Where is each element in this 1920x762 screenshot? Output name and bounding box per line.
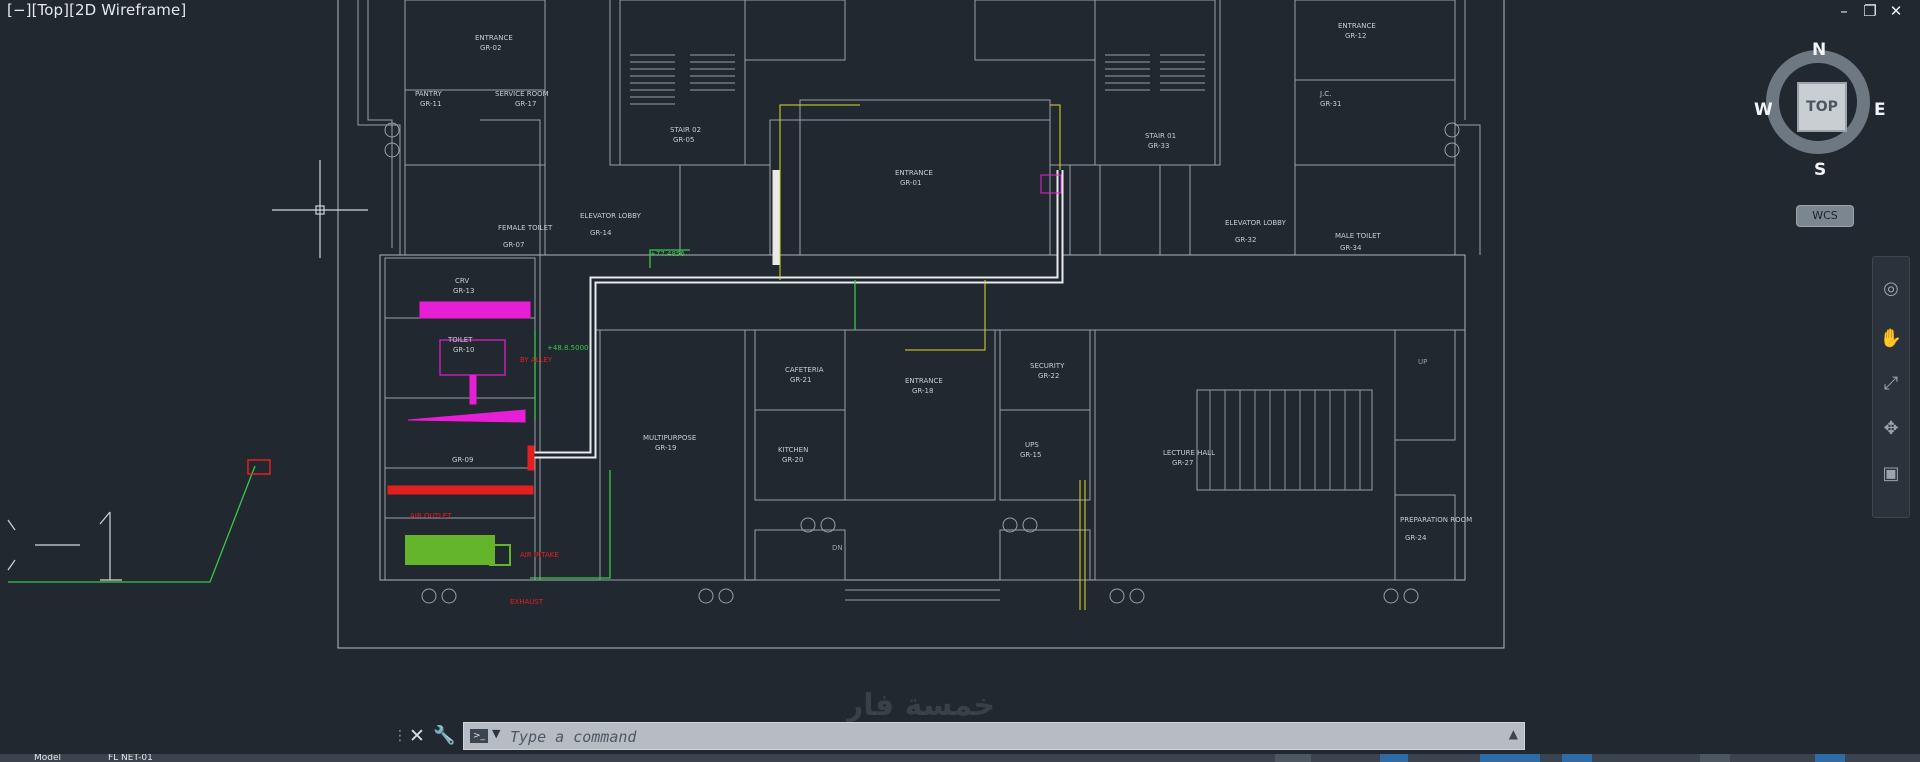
viewcube-top-face[interactable]: TOP bbox=[1797, 82, 1847, 132]
pan-icon[interactable]: ✋ bbox=[1879, 327, 1903, 351]
navigation-bar: ◎ ✋ ⤢ ✥ ▣ bbox=[1872, 256, 1910, 518]
room-code: GR-32 bbox=[1235, 236, 1256, 244]
room-label: UPS bbox=[1025, 441, 1039, 449]
annotation-label: DN bbox=[832, 544, 843, 552]
tab-model[interactable]: Model bbox=[34, 754, 84, 762]
command-input[interactable] bbox=[508, 725, 1472, 749]
room-label: STAIR 01 bbox=[1145, 132, 1176, 140]
annotation-label: AIR INTAKE bbox=[520, 551, 559, 559]
showmotion-icon[interactable]: ▣ bbox=[1879, 462, 1903, 486]
room-code: GR-22 bbox=[1038, 372, 1059, 380]
room-label: J.C. bbox=[1319, 90, 1331, 98]
room-label: SERVICE ROOM bbox=[495, 90, 549, 98]
viewport-window-controls: – ❐ ✕ bbox=[1836, 3, 1904, 19]
annotation-label: BY ALLEY bbox=[520, 356, 553, 364]
compass-west[interactable]: W bbox=[1754, 100, 1773, 120]
room-label: STAIR 02 bbox=[670, 126, 701, 134]
room-label: KITCHEN bbox=[778, 446, 808, 454]
room-code: GR-13 bbox=[453, 287, 474, 295]
room-label: MALE TOILET bbox=[1335, 232, 1382, 240]
elevation-label: +48.8.5000 bbox=[547, 344, 589, 352]
room-code: GR-33 bbox=[1148, 142, 1169, 150]
status-toggle[interactable] bbox=[1562, 754, 1592, 762]
room-code: GR-24 bbox=[1405, 534, 1427, 542]
room-code: GR-21 bbox=[790, 376, 811, 384]
room-label: CRV bbox=[455, 277, 469, 285]
room-label: ENTRANCE bbox=[905, 377, 943, 385]
annotation-label: EXHAUST bbox=[510, 598, 544, 606]
room-label: SECURITY bbox=[1030, 362, 1065, 370]
room-label: TOILET bbox=[447, 336, 473, 344]
room-code: GR-27 bbox=[1172, 459, 1193, 467]
status-toggle[interactable] bbox=[1815, 754, 1845, 762]
room-code: GR-18 bbox=[912, 387, 933, 395]
floor-plan-drawing[interactable]: ENTRANCE GR-02 ENTRANCE GR-12 PANTRY GR-… bbox=[0, 0, 1920, 762]
viewcube[interactable]: TOP N S W E WCS bbox=[1754, 40, 1900, 230]
status-toggle[interactable] bbox=[1380, 754, 1408, 762]
room-code: GR-31 bbox=[1320, 100, 1341, 108]
steering-wheel-icon[interactable]: ◎ bbox=[1879, 277, 1903, 301]
elevation-label: +77.4856 bbox=[650, 250, 685, 258]
status-bar: Model FL NET-01 bbox=[0, 754, 1920, 762]
room-label: PANTRY bbox=[415, 90, 442, 98]
prompt-icon[interactable]: >_ bbox=[470, 729, 488, 743]
status-toggle[interactable] bbox=[1700, 754, 1730, 762]
room-code: GR-15 bbox=[1020, 451, 1041, 459]
room-code: GR-20 bbox=[782, 456, 803, 464]
command-line: ⋮ ✕ 🔧 >_ ▼ ▲ bbox=[393, 722, 1525, 750]
close-button[interactable]: ✕ bbox=[1888, 3, 1904, 19]
annotation-label: UP bbox=[1418, 358, 1427, 366]
status-toggle[interactable] bbox=[1275, 754, 1311, 762]
compass-east[interactable]: E bbox=[1874, 100, 1886, 120]
room-code: GR-09 bbox=[452, 456, 473, 464]
room-label: ELEVATOR LOBBY bbox=[580, 212, 642, 220]
room-label: MULTIPURPOSE bbox=[643, 434, 696, 442]
room-code: GR-11 bbox=[420, 100, 441, 108]
status-toggle[interactable] bbox=[1480, 754, 1540, 762]
room-label: PREPARATION ROOM bbox=[1400, 516, 1472, 524]
restore-button[interactable]: ❐ bbox=[1862, 3, 1878, 19]
room-code: GR-02 bbox=[480, 44, 501, 52]
room-label: ENTRANCE bbox=[895, 169, 933, 177]
command-input-box: >_ ▼ ▲ bbox=[463, 722, 1525, 750]
room-label: LECTURE HALL bbox=[1163, 449, 1215, 457]
room-code: GR-07 bbox=[503, 241, 524, 249]
minimize-button[interactable]: – bbox=[1836, 3, 1852, 19]
room-code: GR-12 bbox=[1345, 32, 1366, 40]
grip-handle-icon[interactable]: ⋮ bbox=[393, 724, 407, 748]
room-code: GR-05 bbox=[673, 136, 694, 144]
room-label: ENTRANCE bbox=[1338, 22, 1376, 30]
room-label: ENTRANCE bbox=[475, 34, 513, 42]
annotation-label: AIR OUTLET bbox=[410, 512, 452, 520]
room-code: GR-14 bbox=[590, 229, 612, 237]
chevron-down-icon[interactable]: ▼ bbox=[492, 727, 500, 740]
compass-south[interactable]: S bbox=[1814, 160, 1826, 180]
room-code: GR-10 bbox=[453, 346, 474, 354]
chevron-up-icon[interactable]: ▲ bbox=[1509, 727, 1518, 741]
tab-layout[interactable]: FL NET-01 bbox=[108, 754, 188, 762]
room-label: FEMALE TOILET bbox=[498, 224, 553, 232]
room-label: ELEVATOR LOBBY bbox=[1225, 219, 1287, 227]
zoom-extents-icon[interactable]: ⤢ bbox=[1879, 372, 1903, 396]
orbit-icon[interactable]: ✥ bbox=[1879, 417, 1903, 441]
compass-north[interactable]: N bbox=[1812, 40, 1826, 60]
room-code: GR-34 bbox=[1340, 244, 1362, 252]
room-code: GR-01 bbox=[900, 179, 921, 187]
room-code: GR-19 bbox=[655, 444, 676, 452]
close-icon[interactable]: ✕ bbox=[407, 724, 427, 748]
drawing-viewport[interactable]: ENTRANCE GR-02 ENTRANCE GR-12 PANTRY GR-… bbox=[0, 0, 1920, 762]
wrench-icon[interactable]: 🔧 bbox=[433, 724, 455, 748]
room-label: CAFETERIA bbox=[785, 366, 824, 374]
viewport-controls-label[interactable]: [−][Top][2D Wireframe] bbox=[7, 1, 186, 19]
wcs-menu-button[interactable]: WCS bbox=[1796, 205, 1854, 227]
room-code: GR-17 bbox=[515, 100, 536, 108]
